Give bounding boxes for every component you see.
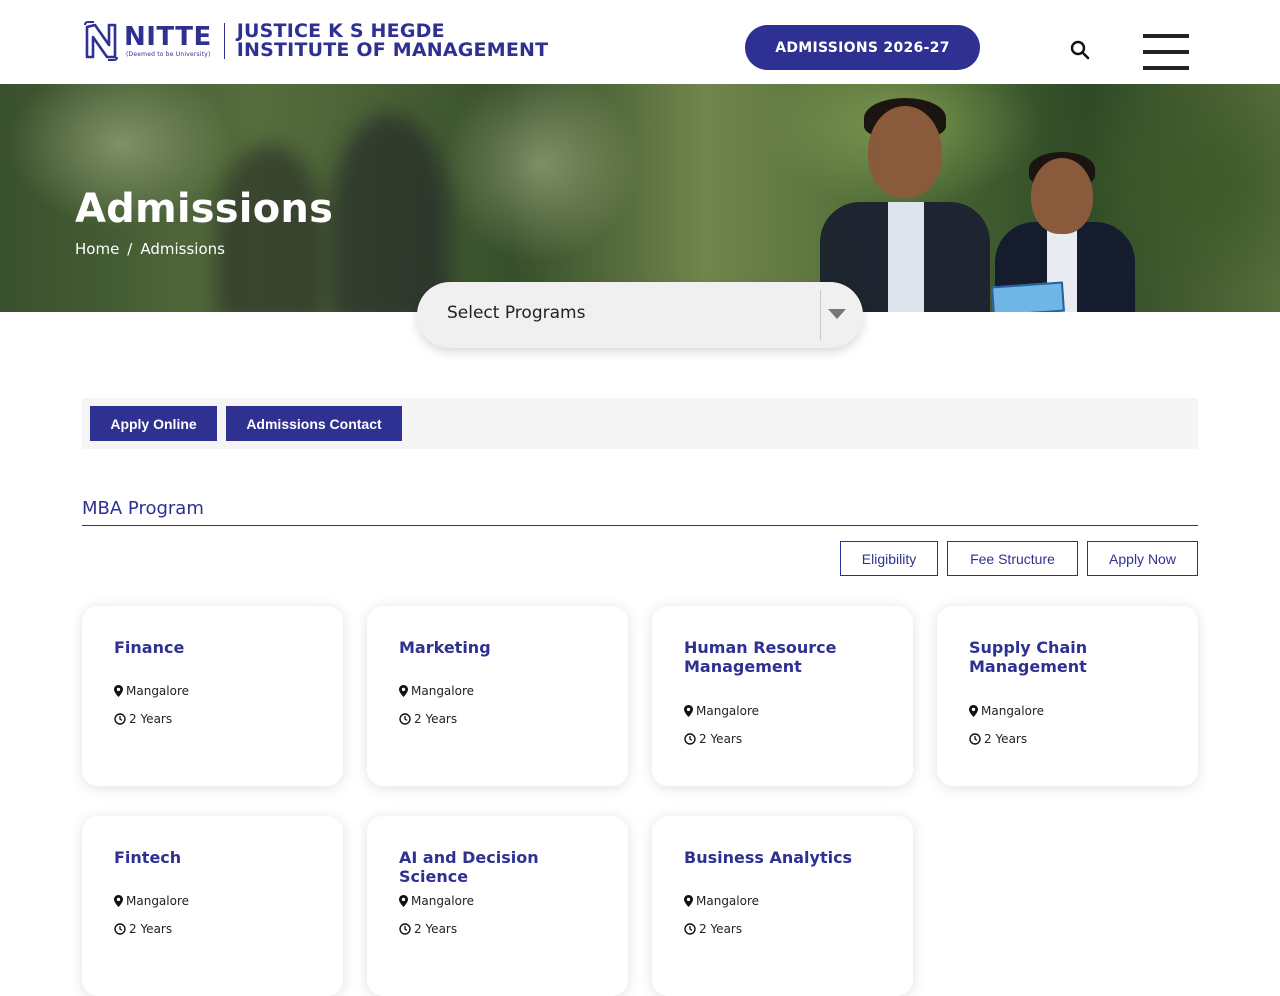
program-card-location-text: Mangalore [696,894,760,908]
breadcrumb-home-link[interactable]: Home [75,240,119,258]
program-card-location: Mangalore [399,684,474,698]
page-title: Admissions [75,186,334,232]
logo-brand-word: NITTE [124,22,212,52]
program-card-title: Fintech [114,848,182,867]
program-card[interactable]: Business Analytics Mangalore 2 Years [652,816,913,996]
admissions-cta-button[interactable]: ADMISSIONS 2026-27 [745,25,980,70]
apply-online-button[interactable]: Apply Online [90,406,217,441]
program-card-duration-text: 2 Years [129,922,173,936]
clock-icon [684,733,696,745]
map-pin-icon [114,895,123,907]
program-card-location-text: Mangalore [696,704,760,718]
program-card[interactable]: Human Resource Management Mangalore 2 Ye… [652,606,913,786]
clock-icon [114,713,126,725]
program-card-location-text: Mangalore [411,894,475,908]
map-pin-icon [399,685,408,697]
program-card-location-text: Mangalore [126,684,190,698]
program-select-divider [820,290,821,340]
logo-divider [223,23,225,59]
program-card-location: Mangalore [114,684,189,698]
admissions-tab-bar: Apply Online Admissions Contact [82,398,1198,449]
map-pin-icon [114,685,123,697]
program-card-duration: 2 Years [399,712,457,726]
program-card-title: AI and Decision Science [399,848,539,886]
hamburger-menu-icon [1143,50,1189,54]
section-divider [82,525,1198,526]
nitte-logo-icon [84,21,118,61]
program-section-title: MBA Program [82,498,204,519]
program-card-location-text: Mangalore [981,704,1045,718]
eligibility-button[interactable]: Eligibility [840,541,938,576]
program-card-location: Mangalore [684,704,759,718]
program-card-duration-text: 2 Years [129,712,173,726]
apply-now-button[interactable]: Apply Now [1087,541,1198,576]
program-card-duration: 2 Years [114,712,172,726]
program-card-location-text: Mangalore [126,894,190,908]
program-card-duration: 2 Years [114,922,172,936]
clock-icon [114,923,126,935]
site-header: NITTE (Deemed to be University) JUSTICE … [0,0,1280,84]
program-card-location: Mangalore [684,894,759,908]
program-select-dropdown[interactable]: Select Programs [417,282,863,348]
search-icon [1070,40,1090,60]
breadcrumb-current: Admissions [140,240,225,258]
program-card-title: Human Resource Management [684,638,837,676]
clock-icon [684,923,696,935]
program-card-duration-text: 2 Years [699,732,743,746]
program-card-duration-text: 2 Years [414,712,458,726]
program-card[interactable]: Finance Mangalore 2 Years [82,606,343,786]
program-card-title: Finance [114,638,185,657]
site-logo[interactable]: NITTE (Deemed to be University) JUSTICE … [84,20,548,62]
hamburger-menu-button[interactable] [1143,34,1189,70]
program-card-title: Supply Chain Management [969,638,1088,676]
program-card-duration-text: 2 Years [699,922,743,936]
map-pin-icon [969,705,978,717]
breadcrumb: Home / Admissions [75,240,225,258]
clock-icon [399,923,411,935]
program-card[interactable]: Fintech Mangalore 2 Years [82,816,343,996]
institute-name: JUSTICE K S HEGDE INSTITUTE OF MANAGEMEN… [237,22,549,60]
hero-banner: Admissions Home / Admissions [0,84,1280,312]
program-card-title: Marketing [399,638,491,657]
chevron-down-icon [828,309,846,319]
program-card[interactable]: Marketing Mangalore 2 Years [367,606,628,786]
fee-structure-button[interactable]: Fee Structure [947,541,1078,576]
program-card-duration-text: 2 Years [414,922,458,936]
program-card-duration-text: 2 Years [984,732,1028,746]
program-card-duration: 2 Years [399,922,457,936]
program-card-location: Mangalore [114,894,189,908]
program-card[interactable]: Supply Chain Management Mangalore 2 Year… [937,606,1198,786]
program-card-title: Business Analytics [684,848,853,867]
program-card-location-text: Mangalore [411,684,475,698]
program-card[interactable]: AI and Decision Science Mangalore 2 Year… [367,816,628,996]
map-pin-icon [684,895,693,907]
breadcrumb-separator: / [127,240,133,258]
program-select-value: Select Programs [447,303,586,323]
logo-brand: NITTE (Deemed to be University) [124,24,212,58]
clock-icon [969,733,981,745]
map-pin-icon [399,895,408,907]
program-card-location: Mangalore [969,704,1044,718]
program-card-duration: 2 Years [684,732,742,746]
program-card-duration: 2 Years [684,922,742,936]
search-button[interactable] [1068,38,1092,62]
logo-tagline: (Deemed to be University) [126,51,211,58]
admissions-contact-button[interactable]: Admissions Contact [226,406,402,441]
institute-line-2: INSTITUTE OF MANAGEMENT [236,39,549,61]
program-card-duration: 2 Years [969,732,1027,746]
map-pin-icon [684,705,693,717]
hamburger-menu-icon [1143,66,1189,70]
program-card-location: Mangalore [399,894,474,908]
clock-icon [399,713,411,725]
hamburger-menu-icon [1143,34,1189,38]
